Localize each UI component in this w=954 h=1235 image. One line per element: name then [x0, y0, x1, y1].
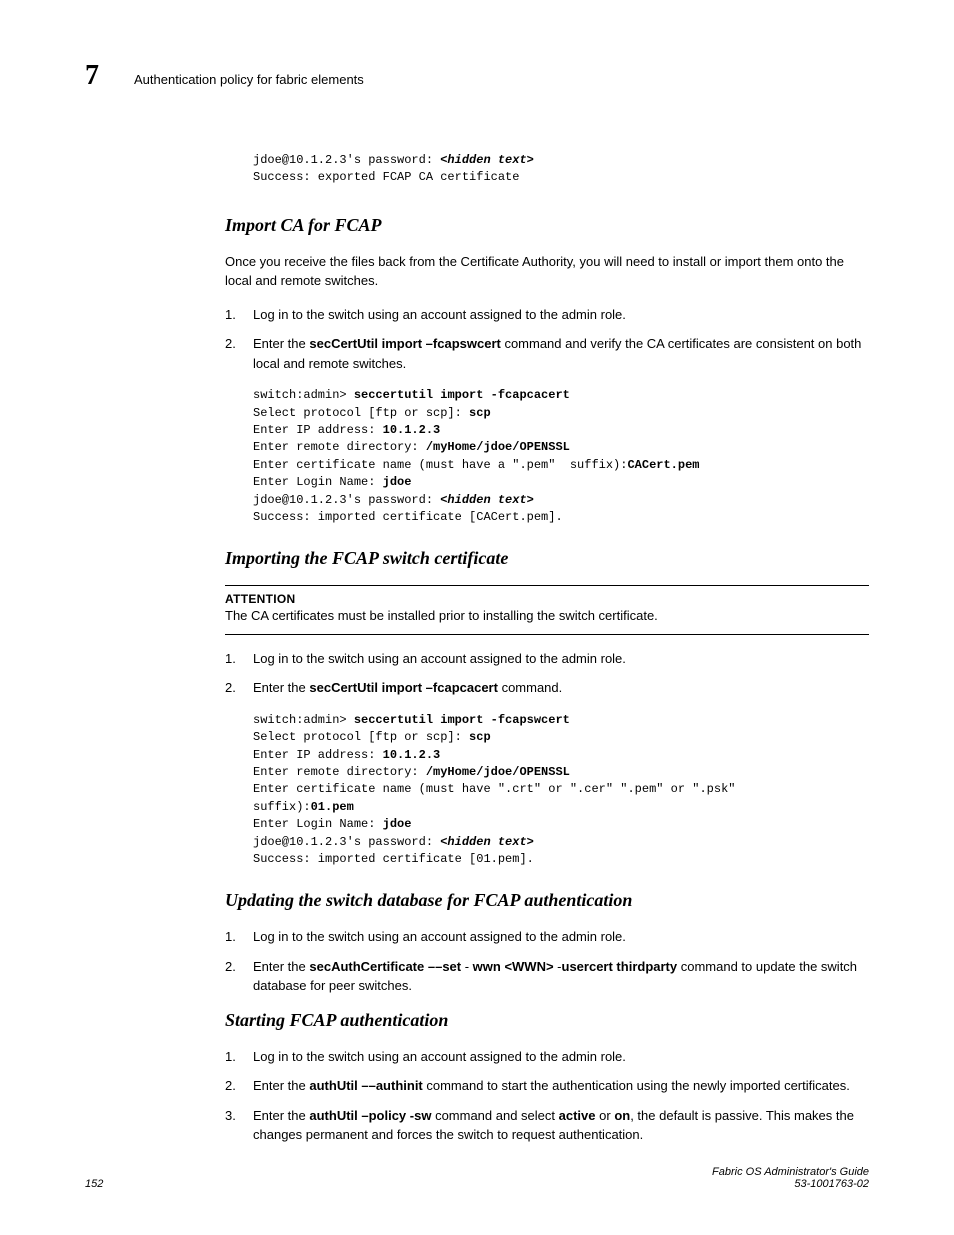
footer-right: Fabric OS Administrator's Guide 53-10017… [712, 1166, 869, 1190]
step-item: Enter the secCertUtil import –fcapswcert… [225, 334, 869, 373]
code-bold: /myHome/jdoe/OPENSSL [426, 765, 570, 779]
code-text: Enter certificate name (must have ".crt"… [253, 782, 743, 796]
code-text: switch:admin> [253, 388, 354, 402]
step-text: Enter the [253, 1108, 309, 1123]
code-block-switch-cert: switch:admin> seccertutil import -fcapsw… [253, 712, 869, 869]
step-text: Log in to the switch using an account as… [253, 651, 626, 666]
step-item: Log in to the switch using an account as… [225, 305, 869, 325]
code-bold: jdoe [383, 475, 412, 489]
step-text: Enter the [253, 1078, 309, 1093]
code-bold: seccertutil import -fcapswcert [354, 713, 570, 727]
attention-box: ATTENTION The CA certificates must be in… [225, 585, 869, 635]
page-content: jdoe@10.1.2.3's password: <hidden text> … [225, 152, 869, 1145]
step-bold: authUtil ––authinit [309, 1078, 422, 1093]
step-item: Log in to the switch using an account as… [225, 927, 869, 947]
step-item: Log in to the switch using an account as… [225, 1047, 869, 1067]
step-item: Enter the secCertUtil import –fcapcacert… [225, 678, 869, 698]
step-bold: authUtil –policy -sw [309, 1108, 431, 1123]
step-item: Log in to the switch using an account as… [225, 649, 869, 669]
code-text: Enter IP address: [253, 748, 383, 762]
step-bold: usercert thirdparty [562, 959, 678, 974]
step-text: Enter the [253, 959, 309, 974]
step-item: Enter the authUtil ––authinit command to… [225, 1076, 869, 1096]
code-bold: scp [469, 406, 491, 420]
step-text: command and select [431, 1108, 558, 1123]
code-block-import-ca: switch:admin> seccertutil import -fcapca… [253, 387, 869, 526]
code-text: jdoe@10.1.2.3's password: [253, 493, 440, 507]
section-heading-starting-fcap: Starting FCAP authentication [225, 1010, 869, 1031]
section-heading-updating-db: Updating the switch database for FCAP au… [225, 890, 869, 911]
code-bold: /myHome/jdoe/OPENSSL [426, 440, 570, 454]
code-text: Select protocol [ftp or scp]: [253, 730, 469, 744]
code-text: Success: imported certificate [CACert.pe… [253, 510, 563, 524]
code-bold: <hidden text> [440, 493, 534, 507]
page-header: 7 Authentication policy for fabric eleme… [85, 60, 869, 92]
attention-body: The CA certificates must be installed pr… [225, 606, 869, 626]
attention-title: ATTENTION [225, 592, 869, 606]
step-bold: on [614, 1108, 630, 1123]
code-text: Enter IP address: [253, 423, 383, 437]
code-bold: seccertutil import -fcapcacert [354, 388, 570, 402]
steps-list: Log in to the switch using an account as… [225, 305, 869, 374]
code-text: Enter certificate name (must have a ".pe… [253, 458, 627, 472]
code-text: Enter Login Name: [253, 817, 383, 831]
code-text: Select protocol [ftp or scp]: [253, 406, 469, 420]
code-text: Enter remote directory: [253, 440, 426, 454]
step-bold: active [559, 1108, 596, 1123]
step-text: - [461, 959, 473, 974]
code-text: jdoe@10.1.2.3's password: [253, 153, 440, 167]
step-bold: secCertUtil import –fcapcacert [309, 680, 498, 695]
chapter-number: 7 [85, 60, 99, 92]
step-text: Enter the [253, 680, 309, 695]
code-bold: 10.1.2.3 [383, 748, 441, 762]
section-intro: Once you receive the files back from the… [225, 252, 869, 291]
code-bold: <hidden text> [440, 835, 534, 849]
step-text: Enter the [253, 336, 309, 351]
code-text: Success: imported certificate [01.pem]. [253, 852, 534, 866]
header-title: Authentication policy for fabric element… [134, 72, 364, 87]
footer-guide: Fabric OS Administrator's Guide [712, 1166, 869, 1178]
step-text: Log in to the switch using an account as… [253, 929, 626, 944]
code-bold: <hidden text> [440, 153, 534, 167]
steps-list: Log in to the switch using an account as… [225, 1047, 869, 1145]
step-text: command to start the authentication usin… [423, 1078, 850, 1093]
code-bold: jdoe [383, 817, 412, 831]
code-text: suffix): [253, 800, 311, 814]
code-text: Enter Login Name: [253, 475, 383, 489]
code-bold: CACert.pem [627, 458, 699, 472]
step-bold: wwn <WWN> [473, 959, 554, 974]
step-bold: secAuthCertificate ––set [309, 959, 461, 974]
code-block-top: jdoe@10.1.2.3's password: <hidden text> … [253, 152, 869, 187]
section-heading-import-switch-cert: Importing the FCAP switch certificate [225, 548, 869, 569]
code-bold: 10.1.2.3 [383, 423, 441, 437]
step-text: command. [498, 680, 562, 695]
code-text: Success: exported FCAP CA certificate [253, 170, 519, 184]
steps-list: Log in to the switch using an account as… [225, 649, 869, 698]
code-bold: 01.pem [311, 800, 354, 814]
steps-list: Log in to the switch using an account as… [225, 927, 869, 996]
step-bold: secCertUtil import –fcapswcert [309, 336, 500, 351]
step-text: Log in to the switch using an account as… [253, 1049, 626, 1064]
code-text: switch:admin> [253, 713, 354, 727]
page-footer: 152 Fabric OS Administrator's Guide 53-1… [85, 1166, 869, 1190]
step-text: Log in to the switch using an account as… [253, 307, 626, 322]
footer-docnum: 53-1001763-02 [712, 1178, 869, 1190]
step-item: Enter the secAuthCertificate ––set - wwn… [225, 957, 869, 996]
section-heading-import-ca: Import CA for FCAP [225, 215, 869, 236]
page-number: 152 [85, 1178, 103, 1190]
step-text: or [596, 1108, 615, 1123]
code-bold: scp [469, 730, 491, 744]
code-text: jdoe@10.1.2.3's password: [253, 835, 440, 849]
code-text: Enter remote directory: [253, 765, 426, 779]
step-item: Enter the authUtil –policy -sw command a… [225, 1106, 869, 1145]
step-text: - [554, 959, 562, 974]
